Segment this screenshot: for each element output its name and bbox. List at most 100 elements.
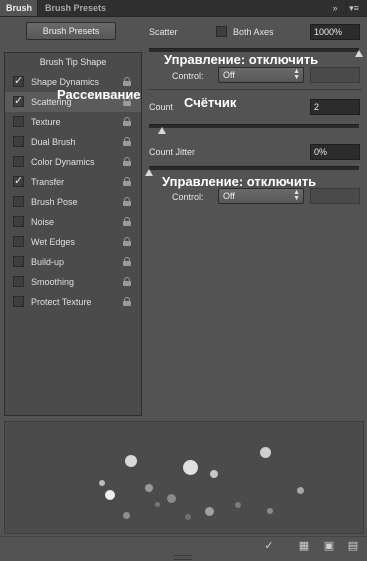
count-slider-track[interactable]: [149, 124, 359, 128]
preview-dot: [260, 447, 271, 458]
resize-grip[interactable]: [174, 555, 192, 560]
count-jitter-control-select[interactable]: Off ▲ ▼: [218, 188, 304, 204]
tab-brush[interactable]: Brush: [0, 0, 38, 16]
option-label: Wet Edges: [31, 237, 75, 247]
option-item-color-dynamics[interactable]: Color Dynamics: [5, 152, 141, 172]
option-item-smoothing[interactable]: Smoothing: [5, 272, 141, 292]
caption-control-off-2: Управление: отключить: [162, 174, 317, 189]
preview-dot: [125, 455, 137, 467]
count-jitter-control-extra-field: [310, 188, 360, 204]
count-label: Count: [149, 102, 174, 112]
option-checkbox[interactable]: ✓: [13, 75, 24, 87]
lock-icon[interactable]: [123, 177, 131, 186]
option-checkbox[interactable]: [13, 236, 24, 247]
both-axes-label: Both Axes: [233, 27, 274, 37]
both-axes-checkbox[interactable]: [216, 26, 227, 37]
scatter-control-extra-field: [310, 67, 360, 83]
option-item-wet-edges[interactable]: Wet Edges: [5, 232, 141, 252]
count-value-field[interactable]: 2: [310, 99, 360, 115]
option-label: Transfer: [31, 177, 65, 187]
option-checkbox[interactable]: [13, 136, 24, 147]
option-item-texture[interactable]: Texture: [5, 112, 141, 132]
option-label: Brush Pose: [31, 197, 78, 207]
count-jitter-slider-thumb[interactable]: [145, 169, 153, 176]
count-slider-thumb[interactable]: [158, 127, 166, 134]
scatter-control-value: Off: [223, 70, 235, 80]
option-label: Noise: [31, 217, 55, 227]
caption-count: Счётчик: [184, 95, 237, 110]
option-label: Texture: [31, 117, 61, 127]
option-item-protect-texture[interactable]: Protect Texture: [5, 292, 141, 312]
option-label: Color Dynamics: [31, 157, 95, 167]
option-checkbox[interactable]: [13, 216, 24, 227]
option-checkbox[interactable]: ✓: [13, 95, 24, 107]
preview-dot: [105, 490, 115, 500]
option-checkbox[interactable]: [13, 296, 24, 307]
grid-icon[interactable]: ▦: [297, 540, 311, 552]
scatter-value-field[interactable]: 1000%: [310, 24, 360, 40]
checkmark-icon: ✓: [14, 175, 24, 187]
delete-icon[interactable]: ▤: [346, 540, 360, 552]
new-preset-icon[interactable]: ▣: [322, 540, 336, 552]
scatter-label: Scatter: [149, 27, 178, 37]
preview-dot: [297, 487, 304, 494]
option-checkbox[interactable]: ✓: [13, 175, 24, 187]
count-jitter-slider-track[interactable]: [149, 166, 359, 170]
option-checkbox[interactable]: [13, 156, 24, 167]
preview-dot: [145, 484, 153, 492]
lock-icon[interactable]: [123, 277, 131, 286]
preview-dot: [210, 470, 218, 478]
option-label: Smoothing: [31, 277, 75, 287]
count-jitter-control-value: Off: [223, 191, 235, 201]
preview-dot: [183, 460, 198, 475]
option-item-brush-pose[interactable]: Brush Pose: [5, 192, 141, 212]
option-item-build-up[interactable]: Build-up: [5, 252, 141, 272]
scatter-slider-thumb[interactable]: [355, 50, 363, 57]
caption-scattering: Рассеивание: [57, 87, 141, 102]
lock-icon[interactable]: [123, 217, 131, 226]
collapse-icon[interactable]: »: [328, 1, 342, 15]
lock-icon[interactable]: [123, 137, 131, 146]
lock-icon[interactable]: [123, 197, 131, 206]
tab-brush-presets[interactable]: Brush Presets: [39, 0, 112, 16]
stepper-arrows-icon: ▲ ▼: [293, 68, 300, 81]
brush-presets-button[interactable]: Brush Presets: [26, 22, 116, 40]
option-item-dual-brush[interactable]: Dual Brush: [5, 132, 141, 152]
scatter-control-select[interactable]: Off ▲ ▼: [218, 67, 304, 83]
option-checkbox[interactable]: [13, 196, 24, 207]
panel-menu-icon[interactable]: ▾≡: [346, 1, 361, 15]
checkmark-icon: ✓: [14, 75, 24, 87]
toggle-live-tip-icon[interactable]: ✓: [262, 540, 276, 552]
preview-dot: [155, 502, 160, 507]
preview-dot: [267, 508, 273, 514]
option-checkbox[interactable]: [13, 276, 24, 287]
preview-dot: [185, 514, 191, 520]
lock-icon[interactable]: [123, 77, 131, 86]
brush-tip-shape-item[interactable]: Brush Tip Shape: [5, 52, 141, 72]
caption-control-off-1: Управление: отключить: [164, 52, 319, 67]
option-label: Protect Texture: [31, 297, 92, 307]
lock-icon[interactable]: [123, 257, 131, 266]
preview-dot: [123, 512, 130, 519]
lock-icon[interactable]: [123, 157, 131, 166]
option-item-noise[interactable]: Noise: [5, 212, 141, 232]
count-jitter-label: Count Jitter: [149, 147, 196, 157]
option-checkbox[interactable]: [13, 116, 24, 127]
lock-icon[interactable]: [123, 117, 131, 126]
option-checkbox[interactable]: [13, 256, 24, 267]
preview-dot: [235, 502, 241, 508]
option-label: Dual Brush: [31, 137, 76, 147]
lock-icon[interactable]: [123, 297, 131, 306]
brush-stroke-preview: [4, 421, 364, 534]
divider: [148, 89, 362, 90]
preview-dot: [205, 507, 214, 516]
stepper-arrows-icon: ▲ ▼: [293, 189, 300, 202]
lock-icon[interactable]: [123, 237, 131, 246]
scatter-control-label: Control:: [172, 71, 204, 81]
count-jitter-control-label: Control:: [172, 192, 204, 202]
option-item-transfer[interactable]: ✓ Transfer: [5, 172, 141, 192]
checkmark-icon: ✓: [14, 95, 24, 107]
option-label: Build-up: [31, 257, 65, 267]
preview-dot: [167, 494, 176, 503]
count-jitter-value-field[interactable]: 0%: [310, 144, 360, 160]
